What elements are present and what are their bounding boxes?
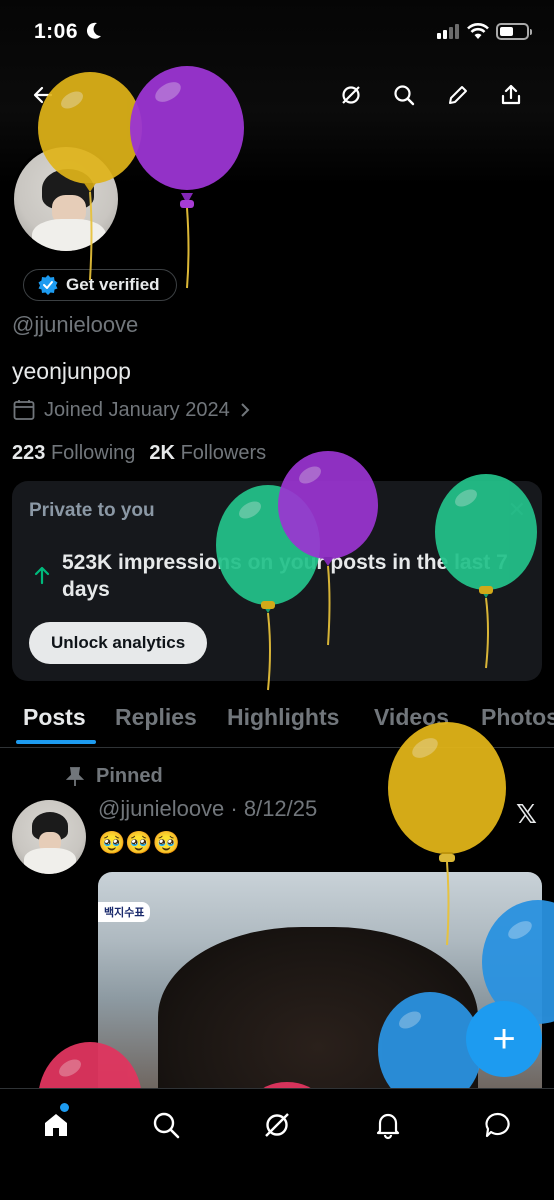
tab-posts[interactable]: Posts — [23, 704, 86, 731]
following-count: 223 — [12, 442, 46, 464]
grok-icon — [265, 1113, 289, 1137]
signal-icon — [437, 24, 459, 39]
analytics-card-title: Private to you — [29, 500, 155, 521]
profile-handle: @jjunieloove — [12, 312, 139, 337]
pin-icon — [66, 766, 84, 786]
status-bar: 1:06 — [0, 0, 554, 66]
following-label: Following — [50, 442, 136, 464]
tab-replies[interactable]: Replies — [115, 704, 197, 731]
search-icon — [153, 1112, 180, 1139]
follow-stats: 223 Following 2K Followers — [12, 442, 266, 465]
arrow-up-icon — [34, 566, 50, 585]
media-caption-label: 백지수표 — [98, 902, 151, 922]
tab-photos[interactable]: Photos — [481, 704, 554, 731]
joined-date-link[interactable]: Joined January 2024 — [12, 398, 252, 422]
unlock-analytics-button[interactable]: Unlock analytics — [29, 622, 208, 664]
post-avatar[interactable] — [12, 800, 86, 874]
nav-grok[interactable] — [257, 1105, 297, 1145]
followers-link[interactable]: 2K Followers — [149, 442, 266, 465]
analytics-impressions-text: 523K impressions on your posts in the la… — [62, 551, 508, 601]
get-verified-label: Get verified — [66, 275, 160, 294]
back-arrow-icon[interactable] — [26, 78, 60, 112]
x-logo-icon: 𝕏 — [516, 799, 537, 829]
active-tab-indicator — [16, 740, 96, 744]
nav-messages[interactable] — [478, 1105, 518, 1145]
joined-date-text: Joined January 2024 — [44, 398, 230, 421]
tab-videos[interactable]: Videos — [374, 704, 449, 731]
compose-post-button[interactable]: + — [466, 1001, 542, 1077]
compose-icon[interactable] — [441, 78, 475, 112]
home-icon — [45, 1114, 67, 1136]
nav-search[interactable] — [146, 1105, 186, 1145]
status-time: 1:06 — [34, 20, 79, 43]
following-link[interactable]: 223 Following — [12, 442, 135, 465]
nav-notifications[interactable] — [368, 1105, 408, 1145]
get-verified-button[interactable]: Get verified — [23, 269, 177, 301]
grok-icon[interactable] — [334, 78, 368, 112]
search-icon[interactable] — [387, 78, 421, 112]
battery-icon — [496, 23, 532, 40]
followers-label: Followers — [180, 442, 267, 464]
bottom-navigation — [0, 1088, 554, 1200]
post-text: 🥹🥹🥹 — [98, 830, 181, 855]
analytics-card: Private to you ✕ 523K impressions on you… — [12, 481, 542, 681]
verified-badge-icon — [38, 275, 58, 295]
post-meta: @jjunieloove · 8/12/25 — [98, 796, 318, 821]
followers-count: 2K — [149, 442, 175, 464]
pinned-indicator: Pinned — [66, 765, 163, 788]
nav-home[interactable] — [36, 1103, 76, 1145]
share-icon[interactable] — [494, 78, 528, 112]
close-icon[interactable]: ✕ — [508, 497, 526, 523]
calendar-icon — [13, 400, 35, 420]
messages-icon — [485, 1112, 510, 1138]
notification-dot — [60, 1103, 69, 1112]
notifications-icon — [376, 1113, 400, 1140]
tab-highlights[interactable]: Highlights — [227, 704, 339, 731]
pinned-label: Pinned — [96, 765, 163, 787]
post-media-image[interactable]: 백지수표 — [98, 872, 542, 1102]
profile-display-name: yeonjunpop — [12, 358, 131, 384]
wifi-icon — [467, 23, 489, 39]
profile-avatar[interactable] — [11, 144, 121, 254]
moon-icon — [86, 22, 101, 39]
chevron-right-icon — [240, 403, 250, 417]
profile-tabs: Posts Replies Highlights Videos Photos — [0, 696, 554, 748]
